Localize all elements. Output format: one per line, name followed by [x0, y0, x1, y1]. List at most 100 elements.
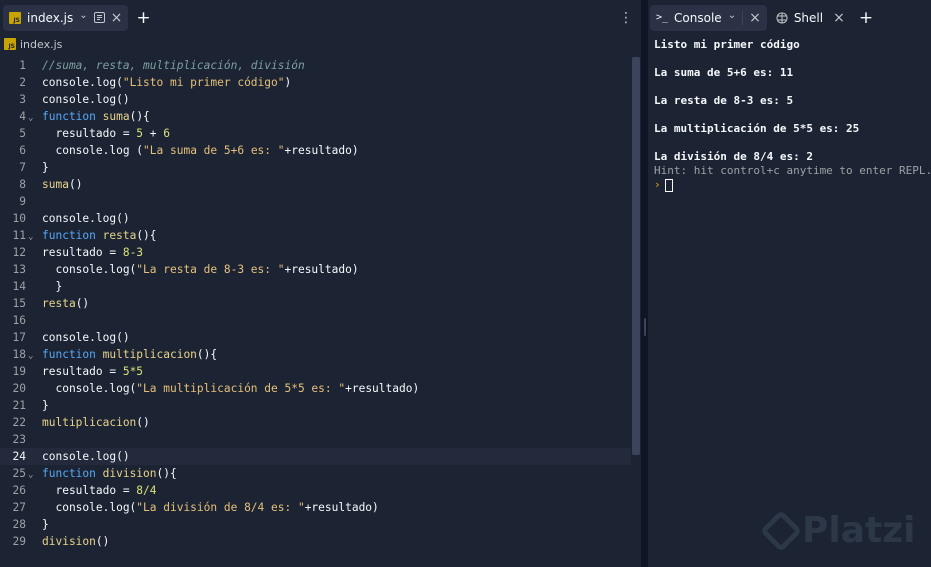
code-text: console.log("La división de 8/4 es: "+re… [42, 499, 378, 516]
code-editor[interactable]: 1 //suma, resta, multiplicación, división… [0, 57, 631, 567]
code-line[interactable]: 10 console.log() [0, 210, 631, 227]
chevron-down-icon[interactable]: ⌄ [79, 10, 87, 21]
code-token: resta [102, 229, 137, 242]
line-number: 12 [12, 246, 26, 259]
line-number: 26 [12, 484, 26, 497]
code-token: (){ [129, 110, 150, 123]
code-line[interactable]: 13 console.log("La resta de 8-3 es: "+re… [0, 261, 631, 278]
code-line[interactable]: 21} [0, 397, 631, 414]
console-pane: >_ Console ⌄ × Shell × + Listo mi primer… [648, 0, 931, 567]
code-line[interactable]: 22 multiplicacion() [0, 414, 631, 431]
line-number: 9 [19, 195, 26, 208]
code-line[interactable]: 18 ⌄ function multiplicacion(){ [0, 346, 631, 363]
code-line[interactable]: 7} [0, 159, 631, 176]
code-line[interactable]: 3 console.log() [0, 91, 631, 108]
shell-icon [776, 11, 788, 24]
code-line[interactable]: 15 resta() [0, 295, 631, 312]
resize-handle[interactable] [644, 318, 646, 336]
code-token: multiplicacion [102, 348, 197, 361]
platzi-logo-icon [759, 509, 803, 552]
console-output[interactable]: Listo mi primer código La suma de 5+6 es:… [654, 38, 931, 192]
code-line[interactable]: 24 console.log() [0, 448, 631, 465]
line-number: 7 [19, 161, 26, 174]
code-line[interactable]: 6 console.log ("La suma de 5+6 es: "+res… [0, 142, 631, 159]
code-line[interactable]: 12 resultado = 8-3 [0, 244, 631, 261]
code-line[interactable]: 5 resultado = 5 + 6 [0, 125, 631, 142]
code-line[interactable]: 11 ⌄ function resta(){ [0, 227, 631, 244]
code-token: function [42, 348, 103, 361]
code-text: function suma(){ [42, 108, 150, 125]
line-number: 15 [12, 297, 26, 310]
code-line[interactable]: 20 console.log("La multiplicación de 5*5… [0, 380, 631, 397]
code-line[interactable]: 23 [0, 431, 631, 448]
format-icon[interactable] [93, 12, 105, 23]
code-line[interactable]: 28} [0, 516, 631, 533]
line-number: 21 [12, 399, 26, 412]
code-text: function resta(){ [42, 227, 157, 244]
chevron-down-icon[interactable]: ⌄ [728, 10, 736, 21]
code-token: suma [102, 110, 130, 123]
tab-label: index.js [27, 10, 74, 25]
line-number: 25 [12, 467, 26, 480]
code-token: 6 [163, 127, 171, 140]
code-line[interactable]: 26 resultado = 8/4 [0, 482, 631, 499]
code-line[interactable]: 16 [0, 312, 631, 329]
line-number: 29 [12, 535, 26, 548]
console-tabbar: >_ Console ⌄ × Shell × + [648, 0, 931, 35]
code-line[interactable]: 8 suma() [0, 176, 631, 193]
code-text: //suma, resta, multiplicación, división [42, 57, 305, 74]
code-line[interactable]: 4 ⌄ function suma(){ [0, 108, 631, 125]
more-menu-icon[interactable]: ⋮ [619, 10, 633, 26]
code-line[interactable]: 14 } [0, 278, 631, 295]
tab-console[interactable]: >_ Console ⌄ × [650, 4, 767, 31]
close-tab-icon[interactable]: × [749, 10, 761, 26]
code-line[interactable]: 9 [0, 193, 631, 210]
code-token: "La resta de 8-3 es: " [136, 263, 285, 276]
code-line[interactable]: 25 ⌄ function division(){ [0, 465, 631, 482]
prompt-icon: › [654, 178, 661, 191]
line-number: 19 [12, 365, 26, 378]
code-token: console.log() [42, 450, 130, 463]
code-token: resultado = [42, 365, 123, 378]
code-token: console.log() [42, 212, 130, 225]
code-token: division [102, 467, 157, 480]
breadcrumb-file[interactable]: index.js [20, 38, 62, 51]
line-number: 4 [19, 110, 26, 123]
breadcrumb: JS index.js [0, 35, 641, 53]
editor-pane: JS index.js ⌄ × + ⋮ JS index.js 1 //suma,… [0, 0, 642, 567]
code-token: ) [284, 76, 292, 89]
code-line[interactable]: 17 console.log() [0, 329, 631, 346]
code-line[interactable]: 2 console.log("Listo mi primer código") [0, 74, 631, 91]
tab-label: Console [674, 10, 722, 25]
tab-label: Shell [793, 10, 824, 25]
tab-shell[interactable]: Shell × [770, 5, 851, 31]
add-tab-button[interactable]: + [859, 8, 873, 28]
line-number: 10 [12, 212, 26, 225]
code-token: console.log ( [42, 144, 144, 157]
code-line[interactable]: 1 //suma, resta, multiplicación, división [0, 57, 631, 74]
console-prompt[interactable]: › [654, 178, 927, 192]
code-line[interactable]: 29 division() [0, 533, 631, 550]
code-text: resultado = 5 + 6 [42, 125, 170, 142]
code-token: "La división de 8/4 es: " [136, 501, 305, 514]
tab-index-js[interactable]: JS index.js ⌄ × [3, 4, 129, 31]
code-text: console.log ("La suma de 5+6 es: "+resul… [42, 142, 358, 159]
editor-scrollbar[interactable] [632, 57, 640, 455]
code-token: "La multiplicación de 5*5 es: " [136, 382, 346, 395]
code-line[interactable]: 19 resultado = 5*5 [0, 363, 631, 380]
close-tab-icon[interactable]: × [111, 10, 123, 26]
add-tab-button[interactable]: + [136, 8, 150, 28]
text-cursor [664, 178, 673, 192]
line-number: 11 [12, 229, 26, 242]
code-token: (){ [196, 348, 218, 361]
code-token: function [42, 110, 103, 123]
code-text: function multiplicacion(){ [42, 346, 217, 363]
code-text: resta() [42, 295, 89, 312]
code-line[interactable]: 27 console.log("La división de 8/4 es: "… [0, 499, 631, 516]
line-number: 16 [12, 314, 26, 327]
code-text: } [42, 159, 49, 176]
console-line: La resta de 8-3 es: 5 [654, 94, 794, 107]
close-tab-icon[interactable]: × [833, 10, 845, 26]
line-number: 6 [19, 144, 26, 157]
console-line: La suma de 5+6 es: 11 [654, 66, 794, 79]
